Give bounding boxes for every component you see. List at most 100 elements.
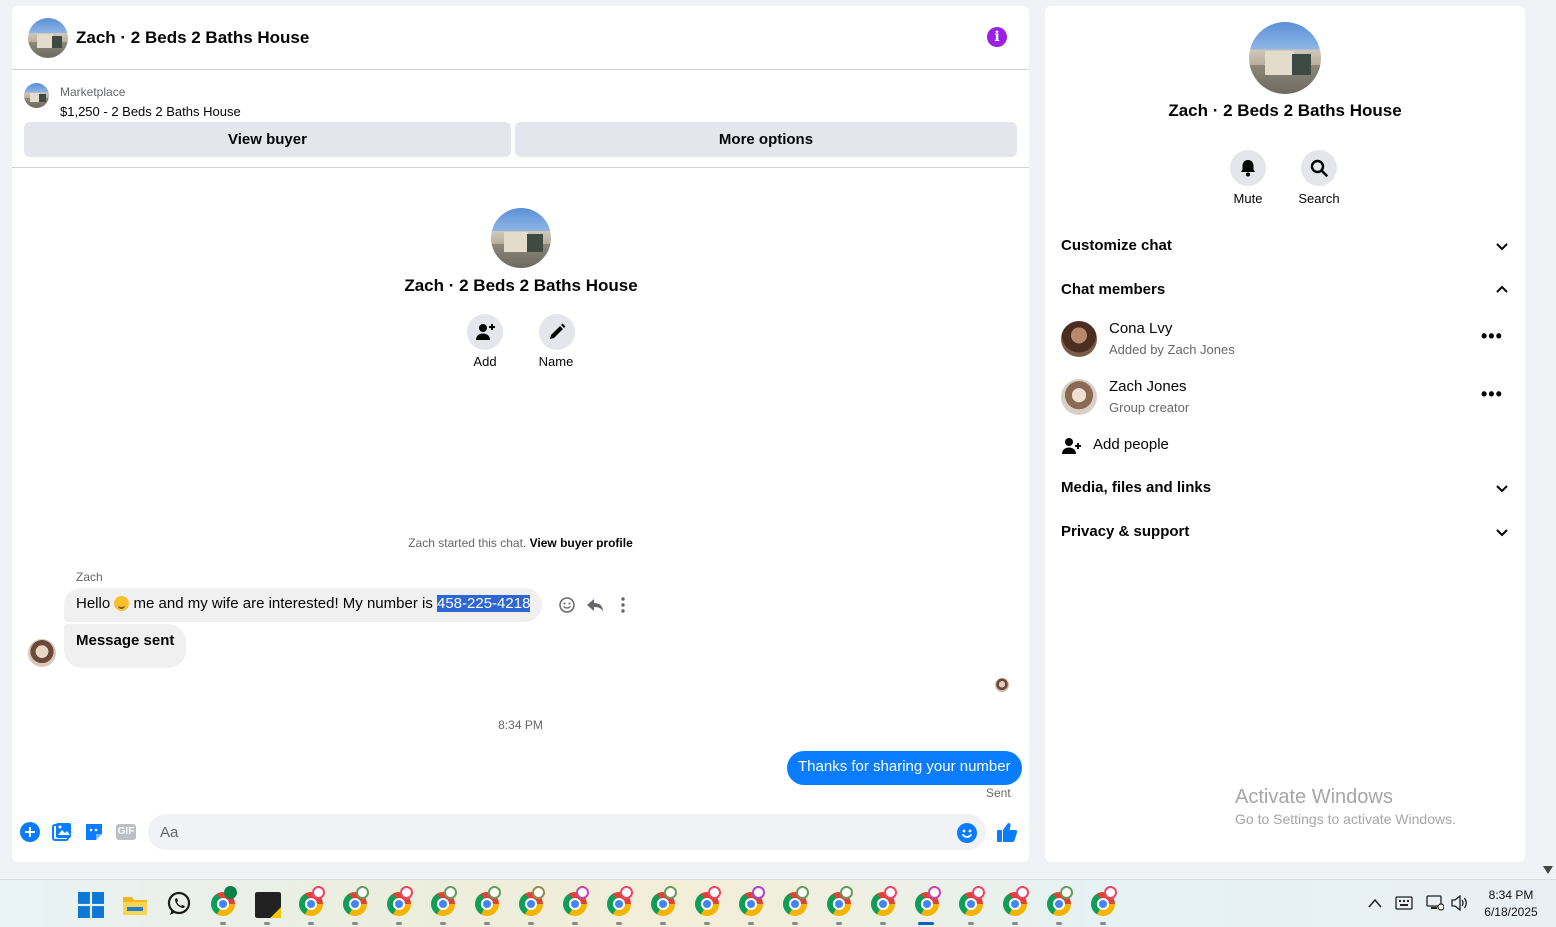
chrome-profile-icon[interactable] <box>607 886 633 916</box>
customize-chat-label: Customize chat <box>1061 237 1172 254</box>
chat-members-row[interactable]: Chat members <box>1061 275 1509 305</box>
add-member-button[interactable] <box>467 314 503 350</box>
chrome-profile-icon[interactable] <box>1091 886 1117 916</box>
plus-circle-icon[interactable] <box>20 822 40 842</box>
photo-icon[interactable] <box>52 822 72 842</box>
chrome-profile-icon-active[interactable] <box>915 886 941 916</box>
chrome-profile-icon[interactable] <box>519 886 545 916</box>
gif-icon[interactable]: GIF <box>116 824 136 840</box>
keyboard-icon[interactable] <box>1395 896 1413 910</box>
add-people-row[interactable]: Add people <box>1061 434 1361 460</box>
view-buyer-button[interactable]: View buyer <box>24 122 511 157</box>
chrome-profile-icon[interactable] <box>959 886 985 916</box>
chevron-down-icon <box>1496 485 1508 493</box>
mute-button[interactable] <box>1230 150 1266 186</box>
name-label: Name <box>538 354 574 369</box>
taskbar-indicator <box>880 922 886 925</box>
chrome-profile-icon[interactable] <box>827 886 853 916</box>
thumbs-up-icon[interactable] <box>996 821 1018 843</box>
chrome-profile-icon[interactable] <box>211 886 237 916</box>
member-avatar[interactable] <box>1061 379 1097 415</box>
chevron-up-tray-icon[interactable] <box>1368 898 1382 908</box>
listing-title[interactable]: $1,250 - 2 Beds 2 Baths House <box>60 104 241 119</box>
chrome-profile-icon[interactable] <box>651 886 677 916</box>
chat-started-note: Zach started this chat. View buyer profi… <box>12 536 1029 550</box>
sender-name: Zach <box>76 570 103 584</box>
member-name[interactable]: Zach Jones <box>1109 378 1187 395</box>
pencil-icon <box>550 323 566 339</box>
taskbar-indicator <box>1100 922 1106 925</box>
read-receipt-avatar <box>995 678 1009 692</box>
sender-avatar[interactable] <box>28 639 56 667</box>
customize-chat-row[interactable]: Customize chat <box>1061 231 1509 261</box>
edit-name-button[interactable] <box>539 314 575 350</box>
chat-avatar[interactable] <box>28 18 68 58</box>
privacy-support-row[interactable]: Privacy & support <box>1061 517 1509 547</box>
sent-status: Sent <box>986 786 1011 800</box>
outgoing-message[interactable]: Thanks for sharing your number <box>787 751 1022 785</box>
chrome-profile-icon[interactable] <box>431 886 457 916</box>
taskbar-active-indicator <box>918 922 934 925</box>
search-icon <box>1310 159 1328 177</box>
add-people-label: Add people <box>1093 436 1169 453</box>
info-title: Zach · 2 Beds 2 Baths House <box>1168 101 1402 120</box>
clock-time: 8:34 PM <box>1488 888 1534 902</box>
member-subtitle: Group creator <box>1109 400 1190 415</box>
chat-members-label: Chat members <box>1061 281 1166 298</box>
taskbar-clock[interactable]: 8:34 PM 6/18/2025 <box>1476 887 1546 921</box>
info-avatar[interactable] <box>1249 22 1321 94</box>
chrome-profile-icon[interactable] <box>343 886 369 916</box>
mute-label: Mute <box>1233 191 1263 206</box>
member-name[interactable]: Cona Lvy <box>1109 320 1172 337</box>
chrome-profile-icon[interactable] <box>739 886 765 916</box>
member-avatar[interactable] <box>1061 321 1097 357</box>
emoji-icon[interactable] <box>957 823 977 843</box>
chrome-profile-icon[interactable] <box>695 886 721 916</box>
chrome-profile-icon[interactable] <box>563 886 589 916</box>
media-files-row[interactable]: Media, files and links <box>1061 473 1509 503</box>
chrome-profile-icon[interactable] <box>475 886 501 916</box>
add-person-icon <box>1062 438 1081 454</box>
info-icon[interactable]: i <box>987 27 1007 47</box>
scroll-down-icon[interactable] <box>1543 866 1553 874</box>
reply-icon[interactable] <box>586 596 604 614</box>
chrome-profile-icon[interactable] <box>783 886 809 916</box>
taskbar-indicator <box>792 922 798 925</box>
taskbar-indicator <box>484 922 490 925</box>
group-avatar[interactable] <box>491 208 551 268</box>
search-button[interactable] <box>1301 150 1337 186</box>
volume-icon[interactable] <box>1451 895 1469 911</box>
chat-title[interactable]: Zach · 2 Beds 2 Baths House <box>76 28 309 48</box>
smile-emoji-icon <box>114 596 130 611</box>
taskbar-indicator <box>352 922 358 925</box>
react-icon[interactable] <box>558 596 576 614</box>
taskbar-indicator <box>1056 922 1062 925</box>
windows-start-icon[interactable] <box>78 892 104 918</box>
whatsapp-icon[interactable] <box>166 891 192 917</box>
phone-number-selection[interactable]: 458-225-4218 <box>437 595 531 612</box>
info-panel: Zach · 2 Beds 2 Baths House Mute Search … <box>1045 6 1525 862</box>
member-options-icon[interactable]: ••• <box>1481 326 1503 347</box>
message-timestamp: 8:34 PM <box>498 718 543 732</box>
sticker-icon[interactable] <box>84 822 104 842</box>
member-options-icon[interactable]: ••• <box>1481 384 1503 405</box>
file-explorer-icon[interactable] <box>122 892 148 918</box>
listing-thumbnail[interactable] <box>24 83 49 108</box>
chrome-profile-icon[interactable] <box>1047 886 1073 916</box>
message-bubble-2[interactable]: Message sent <box>64 624 187 668</box>
chrome-profile-icon[interactable] <box>299 886 325 916</box>
more-options-button[interactable]: More options <box>515 122 1017 157</box>
network-icon[interactable] <box>1426 895 1444 911</box>
view-buyer-profile-link[interactable]: View buyer profile <box>530 536 633 550</box>
message-input[interactable] <box>148 814 986 850</box>
more-actions-icon[interactable] <box>614 596 632 614</box>
chrome-profile-icon[interactable] <box>1003 886 1029 916</box>
taskbar-indicator <box>528 922 534 925</box>
member-subtitle: Added by Zach Jones <box>1109 342 1235 357</box>
group-title: Zach · 2 Beds 2 Baths House <box>404 276 638 295</box>
message-text-middle: me and my wife are interested! My number… <box>133 595 433 612</box>
sticky-notes-icon[interactable] <box>255 892 281 918</box>
message-bubble[interactable]: Hello me and my wife are interested! My … <box>64 588 543 622</box>
chrome-profile-icon[interactable] <box>387 886 413 916</box>
chrome-profile-icon[interactable] <box>871 886 897 916</box>
